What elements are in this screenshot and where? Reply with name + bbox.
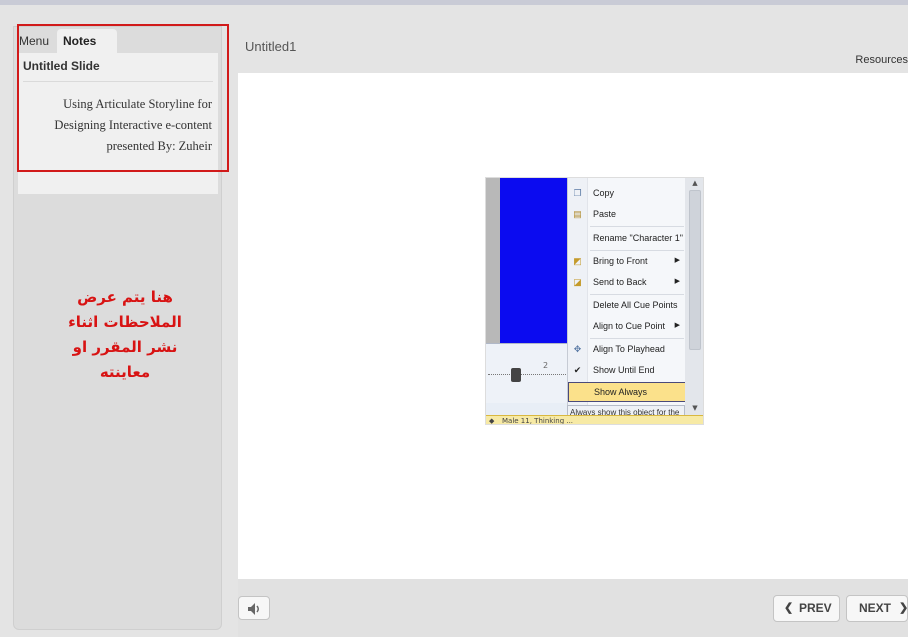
- notes-highlight-box: [17, 24, 229, 172]
- track-marker-icon: ◆: [489, 417, 495, 425]
- playhead-marker: [511, 368, 521, 382]
- menu-item-show-until-end[interactable]: ✔ Show Until End: [568, 361, 686, 381]
- playhead-icon: ✥: [573, 344, 582, 354]
- prev-button[interactable]: ❮ PREV: [773, 595, 840, 622]
- volume-button[interactable]: [238, 596, 270, 620]
- menu-item-rename[interactable]: Rename "Character 1": [568, 229, 686, 249]
- submenu-arrow-icon: ▶: [674, 322, 680, 329]
- menu-item-bring-to-front[interactable]: ◩ Bring to Front ▶: [568, 252, 686, 272]
- menu-scrollbar[interactable]: ▲ ▼: [685, 178, 703, 415]
- next-button[interactable]: NEXT ❯: [846, 595, 908, 622]
- annotation-line: معاينته: [99, 363, 151, 381]
- menu-separator: [590, 294, 684, 295]
- submenu-arrow-icon: ▶: [674, 257, 680, 264]
- scroll-thumb[interactable]: [689, 190, 701, 350]
- resources-link[interactable]: Resources: [855, 54, 908, 66]
- arabic-annotation: هنا يتم عرض الملاحظات اثناء نشر المقرر ا…: [50, 285, 200, 385]
- menu-item-show-always[interactable]: Show Always: [568, 382, 686, 402]
- timeline-track-label: Male 11, Thinking ...: [502, 417, 574, 425]
- menu-item-delete-cue-points[interactable]: Delete All Cue Points: [568, 296, 686, 316]
- copy-icon: ❐: [573, 188, 582, 198]
- timeline-ruler: [488, 374, 566, 375]
- chevron-right-icon: ❯: [899, 602, 908, 614]
- timeline-number: 2: [543, 361, 549, 370]
- stage-header: Untitled1 Resources: [233, 27, 908, 73]
- scroll-up-icon[interactable]: ▲: [689, 179, 701, 188]
- submenu-arrow-icon: ▶: [674, 278, 680, 285]
- timeline-track: ◆ Male 11, Thinking ...: [486, 415, 703, 425]
- context-menu: ❐ Copy ▤ Paste Rename "Character 1" ◩ Br…: [567, 178, 686, 424]
- annotation-line: هنا يتم عرض: [77, 288, 173, 306]
- menu-separator: [590, 250, 684, 251]
- scroll-down-icon[interactable]: ▼: [689, 404, 701, 413]
- bring-front-icon: ◩: [573, 256, 582, 266]
- menu-item-send-to-back[interactable]: ◪ Send to Back ▶: [568, 273, 686, 293]
- canvas-margin: [486, 178, 500, 343]
- blue-shape: [500, 178, 567, 343]
- menu-item-copy[interactable]: ❐ Copy: [568, 184, 686, 204]
- annotation-line: نشر المقرر او: [72, 338, 178, 356]
- project-title: Untitled1: [245, 39, 297, 54]
- send-back-icon: ◪: [573, 277, 582, 287]
- menu-separator: [590, 338, 684, 339]
- annotation-line: الملاحظات اثناء: [68, 313, 182, 331]
- timeline-area: 2: [486, 343, 567, 403]
- menu-separator: [590, 226, 684, 227]
- paste-icon: ▤: [573, 209, 582, 219]
- menu-item-paste[interactable]: ▤ Paste: [568, 205, 686, 225]
- speaker-icon: [248, 603, 259, 615]
- menu-item-align-cue-point[interactable]: Align to Cue Point ▶: [568, 317, 686, 337]
- menu-item-align-playhead[interactable]: ✥ Align To Playhead: [568, 340, 686, 360]
- check-icon: ✔: [573, 365, 582, 375]
- chevron-left-icon: ❮: [784, 602, 794, 614]
- slide-screenshot-image: 2 ❐ Copy ▤ Paste Rename "Character 1" ◩ …: [485, 177, 704, 425]
